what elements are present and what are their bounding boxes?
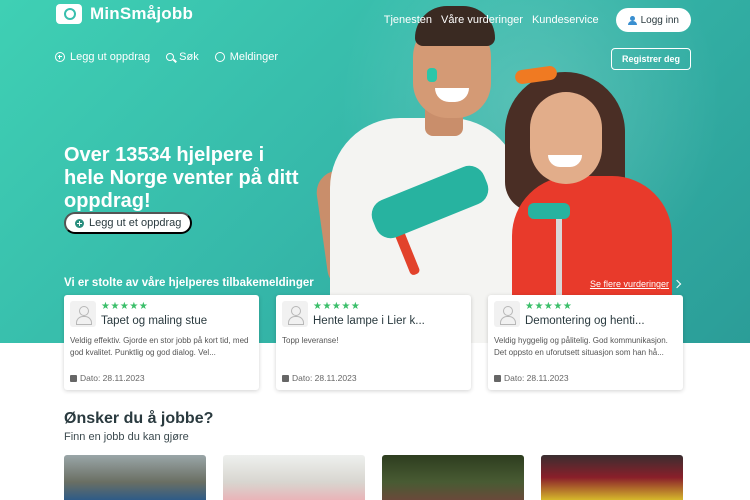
see-more-label: Se flere vurderinger: [589, 279, 669, 289]
plus-circle-icon: [55, 52, 65, 62]
sub-navigation: Legg ut oppdrag Søk Meldinger: [55, 51, 278, 63]
nav-link-tjenesten[interactable]: Tjenesten: [384, 14, 432, 26]
avatar: [494, 301, 520, 327]
messages-label: Meldinger: [229, 51, 279, 63]
jobs-section-subtitle: Finn en jobb du kan gjøre: [64, 431, 189, 443]
review-card[interactable]: ★★★★★ Tapet og maling stue Veldig effekt…: [64, 295, 259, 390]
post-job-label: Legg ut oppdrag: [70, 51, 151, 63]
rating-stars: ★★★★★: [313, 301, 361, 312]
reviews-heading: Vi er stolte av våre hjelperes tilbakeme…: [64, 277, 314, 289]
job-category-tile-car-wash[interactable]: [541, 455, 683, 500]
calendar-icon: [494, 374, 501, 382]
job-category-tile-cleaning[interactable]: [223, 455, 365, 500]
brand-logo[interactable]: MinSmåjobb: [56, 4, 193, 24]
rating-stars: ★★★★★: [101, 301, 149, 312]
user-icon: [627, 15, 637, 25]
jobs-section-title: Ønsker du å jobbe?: [64, 410, 214, 427]
search-icon: [166, 53, 175, 61]
chevron-right-icon: [672, 279, 682, 289]
avatar: [282, 301, 308, 327]
post-job-link[interactable]: Legg ut oppdrag: [55, 51, 150, 63]
review-date-text: Dato: 28.11.2023: [292, 373, 357, 383]
nav-link-vurderinger[interactable]: Våre vurderinger: [441, 14, 523, 26]
review-title: Demontering og henti...: [525, 315, 645, 327]
brand-name: MinSmåjobb: [90, 4, 194, 23]
review-date: Dato: 28.11.2023: [494, 373, 569, 383]
login-label: Logg inn: [640, 14, 679, 26]
logo-icon: [56, 4, 82, 24]
hero-photo-roller2: [528, 203, 570, 219]
hero-photo-woman-head: [530, 92, 602, 184]
login-button[interactable]: Logg inn: [615, 8, 691, 32]
review-title: Tapet og maling stue: [101, 315, 208, 327]
register-button[interactable]: Registrer deg: [610, 48, 691, 70]
review-date-text: Dato: 28.11.2023: [80, 373, 145, 383]
review-card[interactable]: ★★★★★ Demontering og henti... Veldig hyg…: [488, 295, 683, 390]
rating-stars: ★★★★★: [525, 301, 573, 312]
calendar-icon: [282, 374, 289, 382]
job-category-tile-garden[interactable]: [382, 455, 524, 500]
calendar-icon: [70, 374, 77, 382]
nav-link-kundeservice[interactable]: Kundeservice: [532, 14, 599, 26]
review-text: Veldig effektiv. Gjorde en stor jobb på …: [70, 336, 249, 357]
chat-bubble-icon: [214, 52, 225, 62]
review-date: Dato: 28.11.2023: [282, 373, 357, 383]
avatar: [70, 301, 96, 327]
cta-label: Legg ut et oppdrag: [89, 217, 182, 229]
search-label: Søk: [179, 51, 199, 63]
review-date-text: Dato: 28.11.2023: [504, 373, 569, 383]
plus-icon: [75, 218, 84, 228]
see-more-reviews-link[interactable]: Se flere vurderinger: [589, 279, 682, 289]
hero-headline: Over 13534 hjelpere i hele Norge venter …: [64, 144, 299, 212]
job-category-tile-moving[interactable]: [64, 455, 206, 500]
review-card[interactable]: ★★★★★ Hente lampe i Lier k... Topp lever…: [276, 295, 471, 390]
review-title: Hente lampe i Lier k...: [313, 315, 425, 327]
review-date: Dato: 28.11.2023: [70, 373, 145, 383]
messages-link[interactable]: Meldinger: [214, 51, 279, 63]
hero-photo-roller2-handle: [556, 216, 562, 306]
search-link[interactable]: Søk: [166, 51, 199, 63]
review-text: Veldig hyggelig og pålitelig. God kommun…: [494, 336, 668, 357]
review-text: Topp leveranse!: [282, 336, 339, 345]
hero-photo-paint: [427, 68, 437, 82]
post-job-cta-button[interactable]: Legg ut et oppdrag: [64, 212, 193, 234]
top-navigation: Tjenesten Våre vurderinger Kundeservice …: [384, 8, 691, 32]
